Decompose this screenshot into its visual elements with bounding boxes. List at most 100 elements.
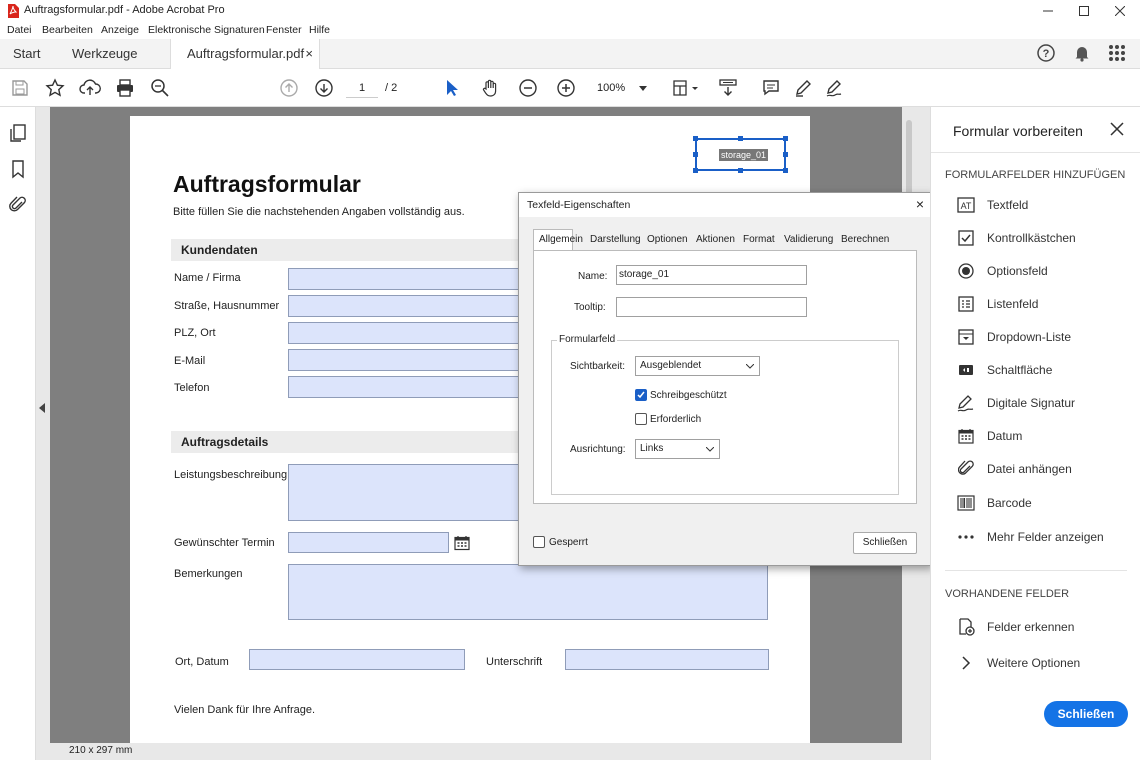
detect-fields[interactable]: Felder erkennen [955, 615, 1074, 639]
required-checkbox[interactable] [635, 413, 647, 425]
acrobat-logo-icon [7, 4, 19, 18]
hand-tool-icon[interactable] [478, 76, 502, 100]
comment-icon[interactable] [759, 76, 783, 100]
pages-thumbnail-icon[interactable] [9, 123, 27, 143]
zoom-in-icon[interactable] [554, 76, 578, 100]
menu-fenster[interactable]: Fenster [266, 24, 302, 36]
orientation-select[interactable]: Links [635, 439, 720, 459]
add-file-attachment[interactable]: Datei anhängen [955, 457, 1072, 481]
dropdown-icon [955, 326, 977, 348]
notes-field[interactable] [288, 564, 768, 620]
tooltip-input[interactable] [616, 297, 807, 317]
star-icon[interactable] [43, 76, 67, 100]
highlight-pen-icon[interactable] [791, 76, 815, 100]
scrollbar-thumb[interactable] [906, 120, 912, 200]
resize-handle[interactable] [693, 168, 698, 173]
tab-darstellung[interactable]: Darstellung [590, 234, 641, 245]
visibility-select[interactable]: Ausgeblendet [635, 356, 760, 376]
readonly-checkbox[interactable] [635, 389, 647, 401]
minimize-button[interactable] [1030, 0, 1066, 22]
date-field[interactable] [288, 532, 449, 553]
resize-handle[interactable] [693, 136, 698, 141]
menu-anzeige[interactable]: Anzeige [101, 24, 139, 36]
add-dropdown[interactable]: Dropdown-Liste [955, 325, 1071, 349]
text-field-properties-dialog: Texfeld-Eigenschaften × Allgemein Darste… [518, 192, 931, 566]
menu-hilfe[interactable]: Hilfe [309, 24, 330, 36]
signature-field[interactable] [565, 649, 769, 670]
add-radio-button[interactable]: Optionsfeld [955, 259, 1048, 283]
name-field[interactable] [288, 268, 520, 290]
svg-text:?: ? [1043, 48, 1050, 60]
tab-berechnen[interactable]: Berechnen [841, 234, 889, 245]
add-text-field[interactable]: AT Textfeld [955, 193, 1028, 217]
menu-bearbeiten[interactable]: Bearbeiten [42, 24, 93, 36]
svg-text:AT: AT [961, 201, 972, 211]
collapse-left-panel-icon[interactable] [38, 402, 46, 414]
save-icon[interactable] [8, 76, 32, 100]
search-icon[interactable] [148, 76, 172, 100]
print-icon[interactable] [113, 76, 137, 100]
dialog-close-button[interactable]: Schließen [853, 532, 917, 554]
item-label: Felder erkennen [987, 620, 1075, 634]
section-title: Auftragsdetails [181, 435, 269, 449]
zoom-out-icon[interactable] [516, 76, 540, 100]
dialog-close-icon[interactable]: × [916, 196, 924, 212]
tab-allgemein[interactable]: Allgemein [539, 234, 583, 245]
locked-checkbox[interactable] [533, 536, 545, 548]
apps-grid-icon[interactable] [1108, 44, 1126, 62]
add-digital-signature[interactable]: Digitale Signatur [955, 391, 1075, 415]
scroll-mode-icon[interactable] [716, 76, 740, 100]
more-options[interactable]: Weitere Optionen [955, 651, 1080, 675]
resize-handle[interactable] [783, 152, 788, 157]
tab-start[interactable]: Start [13, 39, 40, 69]
place-date-field[interactable] [249, 649, 465, 670]
page-number-input[interactable]: 1 [346, 78, 378, 98]
resize-handle[interactable] [738, 168, 743, 173]
fill-sign-icon[interactable] [822, 76, 846, 100]
name-input[interactable]: storage_01 [616, 265, 807, 285]
selected-form-field[interactable]: storage_01 [695, 138, 786, 171]
tab-optionen[interactable]: Optionen [647, 234, 688, 245]
add-barcode[interactable]: Barcode [955, 491, 1032, 515]
field-label: Straße, Hausnummer [174, 300, 280, 312]
maximize-button[interactable] [1066, 0, 1102, 22]
street-field[interactable] [288, 295, 520, 317]
resize-handle[interactable] [738, 136, 743, 141]
field-label: Unterschrift [486, 656, 543, 668]
menu-elektronische-signaturen[interactable]: Elektronische Signaturen [148, 24, 265, 36]
help-icon[interactable]: ? [1036, 43, 1056, 63]
add-date[interactable]: Datum [955, 424, 1022, 448]
phone-field[interactable] [288, 376, 520, 398]
group-label: Formularfeld [557, 334, 618, 345]
add-list-box[interactable]: Listenfeld [955, 292, 1038, 316]
tab-validierung[interactable]: Validierung [784, 234, 833, 245]
window-close-button[interactable] [1102, 0, 1138, 22]
show-more-fields[interactable]: Mehr Felder anzeigen [955, 525, 1104, 549]
attachment-icon[interactable] [9, 195, 27, 215]
email-field[interactable] [288, 349, 520, 371]
zip-city-field[interactable] [288, 322, 520, 344]
menu-datei[interactable]: Datei [7, 24, 32, 36]
page-down-icon[interactable] [312, 76, 336, 100]
page-up-icon[interactable] [277, 76, 301, 100]
bookmark-icon[interactable] [10, 159, 26, 179]
visibility-label: Sichtbarkeit: [570, 361, 626, 372]
tab-werkzeuge[interactable]: Werkzeuge [72, 39, 138, 69]
resize-handle[interactable] [783, 168, 788, 173]
tab-aktionen[interactable]: Aktionen [696, 234, 735, 245]
resize-handle[interactable] [783, 136, 788, 141]
add-checkbox[interactable]: Kontrollkästchen [955, 226, 1076, 250]
select-cursor-icon[interactable] [440, 76, 464, 100]
notification-bell-icon[interactable] [1072, 43, 1092, 63]
page-display-icon[interactable] [670, 76, 704, 100]
panel-close-icon[interactable] [1110, 122, 1124, 136]
panel-close-button[interactable]: Schließen [1044, 701, 1128, 727]
resize-handle[interactable] [693, 152, 698, 157]
cloud-upload-icon[interactable] [78, 76, 102, 100]
calendar-icon[interactable] [454, 535, 470, 551]
add-button[interactable]: Schaltfläche [955, 358, 1052, 382]
tab-document[interactable]: Auftragsformular.pdf × [170, 39, 320, 70]
tab-format[interactable]: Format [743, 234, 775, 245]
zoom-dropdown[interactable]: 100% [591, 78, 653, 98]
tab-close-icon[interactable]: × [305, 39, 313, 69]
